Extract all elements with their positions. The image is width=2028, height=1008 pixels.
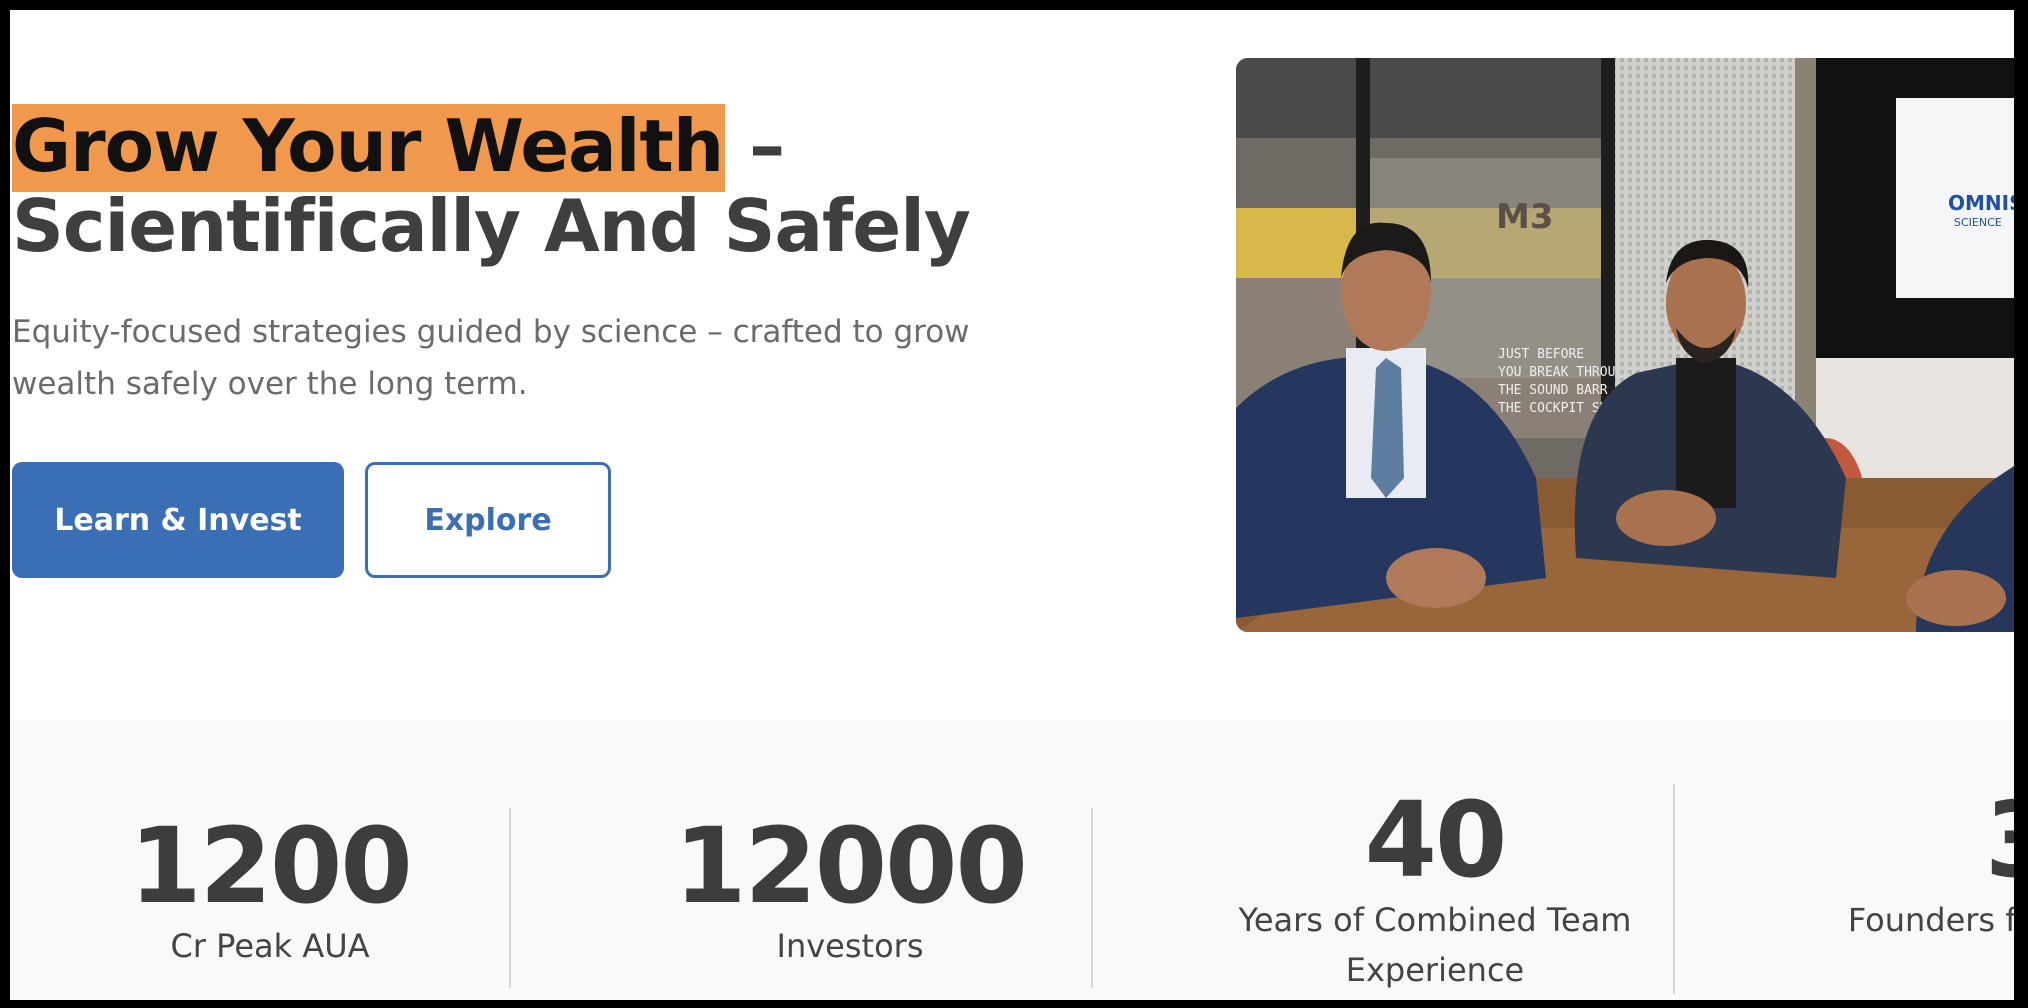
stat-aua-value: 1200 [129, 805, 412, 927]
stat-investors-label: Investors [776, 927, 924, 965]
hero-section: Grow Your Wealth – Scientifically And Sa… [10, 10, 2014, 720]
stat-founders-label: Founders from Colum [1847, 901, 2014, 939]
headline-dash: – [725, 104, 785, 188]
wall-text-3: THE SOUND BARR [1498, 383, 1608, 398]
stat-aua-label: Cr Peak AUA [170, 927, 370, 965]
stat-founders: 3 Founders from Colum [1800, 785, 2014, 945]
team-photo: M3 JUST BEFORE YOU BREAK THROU THE SOUND… [1236, 58, 2014, 632]
hero-subtext: Equity-focused strategies guided by scie… [12, 314, 970, 402]
stat-experience-value: 40 [1364, 779, 1508, 901]
headline-line-1: Grow Your Wealth – [12, 104, 970, 192]
wall-text-2: YOU BREAK THROU [1498, 365, 1615, 380]
hero-headline: Grow Your Wealth – Scientifically And Sa… [12, 104, 971, 268]
wall-text-4: THE COCKPIT SH [1498, 401, 1608, 416]
learn-invest-button[interactable]: Learn & Invest [12, 462, 344, 578]
tv-brand-subtext: SCIENCE [1954, 216, 2002, 229]
room-label: M3 [1496, 197, 1554, 237]
wall-text-1: JUST BEFORE [1498, 347, 1584, 362]
tv-brand-text: OMNIS [1948, 191, 2014, 215]
stats-section: 1200 Cr Peak AUA 12000 Investors 40 Year… [10, 720, 2014, 1000]
explore-button[interactable]: Explore [365, 462, 611, 578]
stat-experience-label: Years of Combined Team Experience [1238, 901, 1632, 989]
stat-divider [1673, 784, 1675, 994]
stat-divider [509, 808, 511, 988]
stat-aua: 1200 Cr Peak AUA [70, 811, 470, 971]
stat-founders-value: 3 [1800, 785, 2014, 895]
stat-investors: 12000 Investors [650, 811, 1050, 971]
stat-experience: 40 Years of Combined Team Experience [1215, 785, 1655, 995]
page-viewport: Grow Your Wealth – Scientifically And Sa… [10, 10, 2014, 1000]
headline-highlight: Grow Your Wealth [12, 104, 726, 192]
stat-investors-value: 12000 [674, 805, 1028, 927]
stat-divider [1091, 808, 1093, 988]
team-photo-illustration: M3 JUST BEFORE YOU BREAK THROU THE SOUND… [1236, 58, 2014, 632]
headline-line-2: Scientifically And Safely [12, 184, 971, 268]
